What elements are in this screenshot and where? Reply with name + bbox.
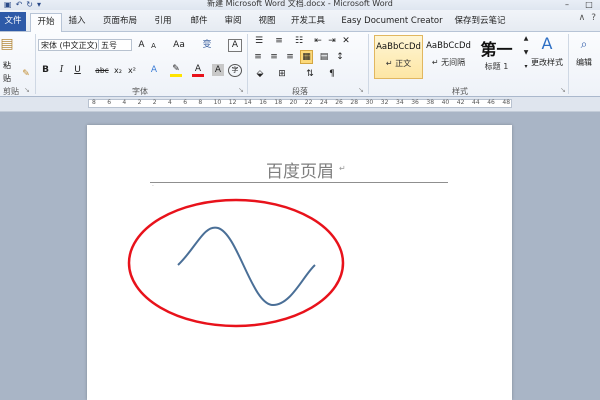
red-ellipse-shape[interactable] — [127, 198, 345, 328]
sine-curve-shape[interactable] — [177, 226, 316, 307]
drawing-layer — [127, 198, 345, 328]
